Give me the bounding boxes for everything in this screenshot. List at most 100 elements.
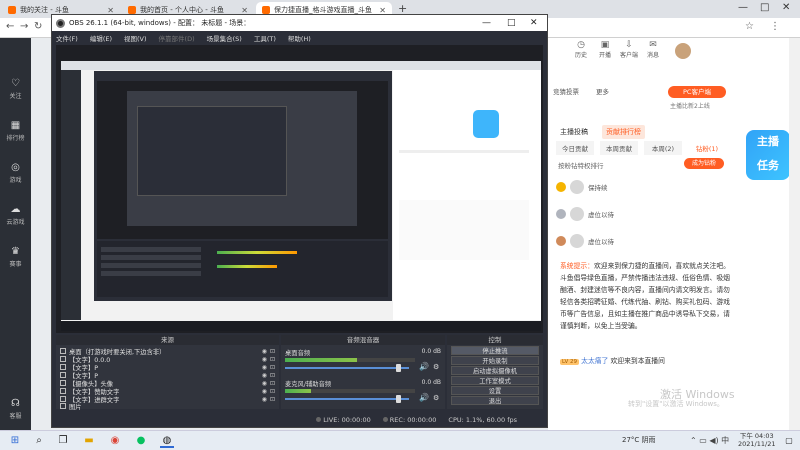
heart-icon: ♡ bbox=[11, 78, 20, 89]
speaker-icon[interactable]: 🔊 bbox=[419, 362, 429, 371]
tab-contribution-rank[interactable]: 贡献排行榜 bbox=[602, 125, 645, 139]
eye-icon[interactable]: ◉ bbox=[262, 356, 267, 363]
tab-diamond-fans[interactable]: 钻粉(1) bbox=[688, 141, 726, 155]
stop-streaming-button[interactable]: 停止推流 bbox=[451, 346, 539, 355]
notification-icon[interactable]: ▢ bbox=[782, 434, 796, 448]
mixer-track-name: 麦克风/辅助音频 bbox=[285, 381, 332, 388]
gear-icon[interactable]: ⚙ bbox=[433, 394, 439, 402]
menu-file[interactable]: 文件(F) bbox=[56, 33, 78, 43]
nested-preview bbox=[97, 81, 388, 239]
windows-start-icon[interactable]: ⊞ bbox=[8, 434, 22, 448]
volume-slider[interactable] bbox=[285, 398, 409, 400]
forward-icon[interactable]: → bbox=[20, 21, 28, 32]
header-start-live[interactable]: ▣ 开播 bbox=[594, 40, 616, 59]
text-icon bbox=[60, 372, 66, 378]
lock-icon[interactable]: ⊡ bbox=[270, 372, 275, 379]
more-button[interactable]: 更多 bbox=[596, 86, 609, 96]
rank-tabs: 主播投稿 贡献排行榜 bbox=[556, 125, 726, 139]
sidebar-item-events[interactable]: ♛ 赛事 bbox=[0, 246, 31, 268]
avatar[interactable] bbox=[674, 42, 692, 60]
studio-mode-button[interactable]: 工作室模式 bbox=[451, 376, 539, 385]
tab-this-week[interactable]: 本周贡献 bbox=[600, 141, 638, 155]
tab-week-2[interactable]: 本周(2) bbox=[644, 141, 682, 155]
menu-help[interactable]: 帮助(H) bbox=[288, 33, 311, 43]
volume-slider[interactable] bbox=[285, 367, 409, 369]
rank-row[interactable]: 虚位以待 bbox=[556, 204, 731, 224]
level-meter bbox=[285, 389, 415, 393]
menu-docks[interactable]: 停靠部件(D) bbox=[159, 33, 195, 43]
sidebar-item-label: 客服 bbox=[9, 413, 22, 420]
lock-icon[interactable]: ⊡ bbox=[270, 348, 275, 355]
lock-icon[interactable]: ⊡ bbox=[270, 388, 275, 395]
chat-username[interactable]: 太太痛了 bbox=[581, 357, 608, 365]
eye-icon[interactable]: ◉ bbox=[262, 364, 267, 371]
become-fan-button[interactable]: 成为钻粉 bbox=[684, 158, 724, 169]
reload-icon[interactable]: ↻ bbox=[34, 21, 42, 32]
close-window-button[interactable]: ✕ bbox=[782, 2, 790, 13]
eye-icon[interactable]: ◉ bbox=[262, 380, 267, 387]
header-messages[interactable]: ✉ 消息 bbox=[642, 40, 664, 59]
eye-icon[interactable]: ◉ bbox=[262, 372, 267, 379]
start-recording-button[interactable]: 开始录制 bbox=[451, 356, 539, 365]
folder-icon[interactable]: ▬ bbox=[82, 434, 96, 448]
menu-icon[interactable]: ⋮ bbox=[770, 21, 780, 32]
gear-icon[interactable]: ⚙ bbox=[433, 363, 439, 371]
avatar bbox=[570, 180, 584, 194]
search-icon[interactable]: ⌕ bbox=[32, 434, 46, 448]
volume-knob[interactable] bbox=[396, 395, 402, 403]
header-client[interactable]: ⇩ 客户端 bbox=[618, 40, 640, 59]
minimize-icon[interactable]: — bbox=[482, 18, 491, 28]
close-icon[interactable]: ✕ bbox=[530, 18, 538, 28]
menu-scene-collection[interactable]: 场景集合(S) bbox=[207, 33, 242, 43]
menu-view[interactable]: 视图(V) bbox=[124, 33, 147, 43]
maximize-icon[interactable]: □ bbox=[507, 18, 516, 28]
image-icon bbox=[60, 403, 66, 409]
wechat-icon[interactable]: ● bbox=[134, 434, 148, 448]
sidebar-item-cloud-game[interactable]: ☁ 云游戏 bbox=[0, 204, 31, 226]
header-icon-label: 历史 bbox=[574, 52, 587, 59]
settings-button[interactable]: 设置 bbox=[451, 386, 539, 395]
speaker-icon[interactable]: 🔊 bbox=[419, 393, 429, 402]
system-text: 欢迎来到保力捷的直播间，喜欢就点关注吧。斗鱼倡导绿色直播，严禁传播违法违规、低俗… bbox=[560, 262, 730, 330]
obs-taskbar-icon[interactable]: ◍ bbox=[160, 434, 174, 448]
eye-icon[interactable]: ◉ bbox=[262, 396, 267, 403]
lock-icon[interactable]: ⊡ bbox=[270, 364, 275, 371]
source-item[interactable]: 【文字】进群文字 ◉ ⊡ bbox=[60, 395, 275, 404]
eye-icon[interactable]: ◉ bbox=[262, 388, 267, 395]
mascot-badge[interactable]: 主播 任务 bbox=[746, 130, 790, 180]
start-virtual-camera-button[interactable]: 启动虚拟摄像机 bbox=[451, 366, 539, 375]
back-icon[interactable]: ← bbox=[6, 21, 14, 32]
chrome-icon[interactable]: ◉ bbox=[108, 434, 122, 448]
extensions-icon[interactable]: ☆ bbox=[745, 21, 754, 32]
header-history[interactable]: ◷ 历史 bbox=[570, 40, 592, 59]
menu-tools[interactable]: 工具(T) bbox=[254, 33, 276, 43]
source-item[interactable]: 图片 bbox=[60, 403, 275, 411]
task-view-icon[interactable]: ❐ bbox=[56, 434, 70, 448]
tab-today[interactable]: 今日贡献 bbox=[556, 141, 594, 155]
clock[interactable]: 下午 04:03 2021/11/21 bbox=[738, 432, 775, 448]
rank-row[interactable]: 虚位以待 bbox=[556, 231, 731, 251]
scrollbar[interactable] bbox=[789, 38, 800, 430]
rank-row[interactable]: 保持续 bbox=[556, 177, 731, 197]
volume-knob[interactable] bbox=[396, 364, 402, 372]
pc-client-button[interactable]: PC客户端 bbox=[668, 86, 726, 98]
cpu-status: CPU: 1.1%, 60.00 fps bbox=[448, 415, 517, 424]
sidebar-item-follow[interactable]: ♡ 关注 bbox=[0, 78, 31, 100]
menu-edit[interactable]: 编辑(E) bbox=[90, 33, 112, 43]
weather-widget[interactable]: 27°C 阴雨 bbox=[622, 435, 656, 445]
lock-icon[interactable]: ⊡ bbox=[270, 380, 275, 387]
sidebar-item-service[interactable]: ☊ 客服 bbox=[0, 398, 31, 420]
lock-icon[interactable]: ⊡ bbox=[270, 356, 275, 363]
vote-button[interactable]: 竞猜投票 bbox=[553, 86, 579, 96]
eye-icon[interactable]: ◉ bbox=[262, 348, 267, 355]
rec-dot-icon bbox=[382, 416, 388, 422]
obs-preview[interactable] bbox=[56, 45, 543, 333]
maximize-button[interactable]: □ bbox=[760, 2, 769, 13]
tab-streamer-posts[interactable]: 主播投稿 bbox=[556, 125, 592, 139]
sidebar-item-games[interactable]: ◎ 游戏 bbox=[0, 162, 31, 184]
system-tray-icons[interactable]: ⌃ ▭ ◀) 中 bbox=[690, 435, 729, 446]
exit-button[interactable]: 退出 bbox=[451, 396, 539, 405]
minimize-button[interactable]: — bbox=[738, 2, 748, 13]
sidebar-item-ranking[interactable]: ▦ 排行榜 bbox=[0, 120, 31, 142]
lock-icon[interactable]: ⊡ bbox=[270, 396, 275, 403]
